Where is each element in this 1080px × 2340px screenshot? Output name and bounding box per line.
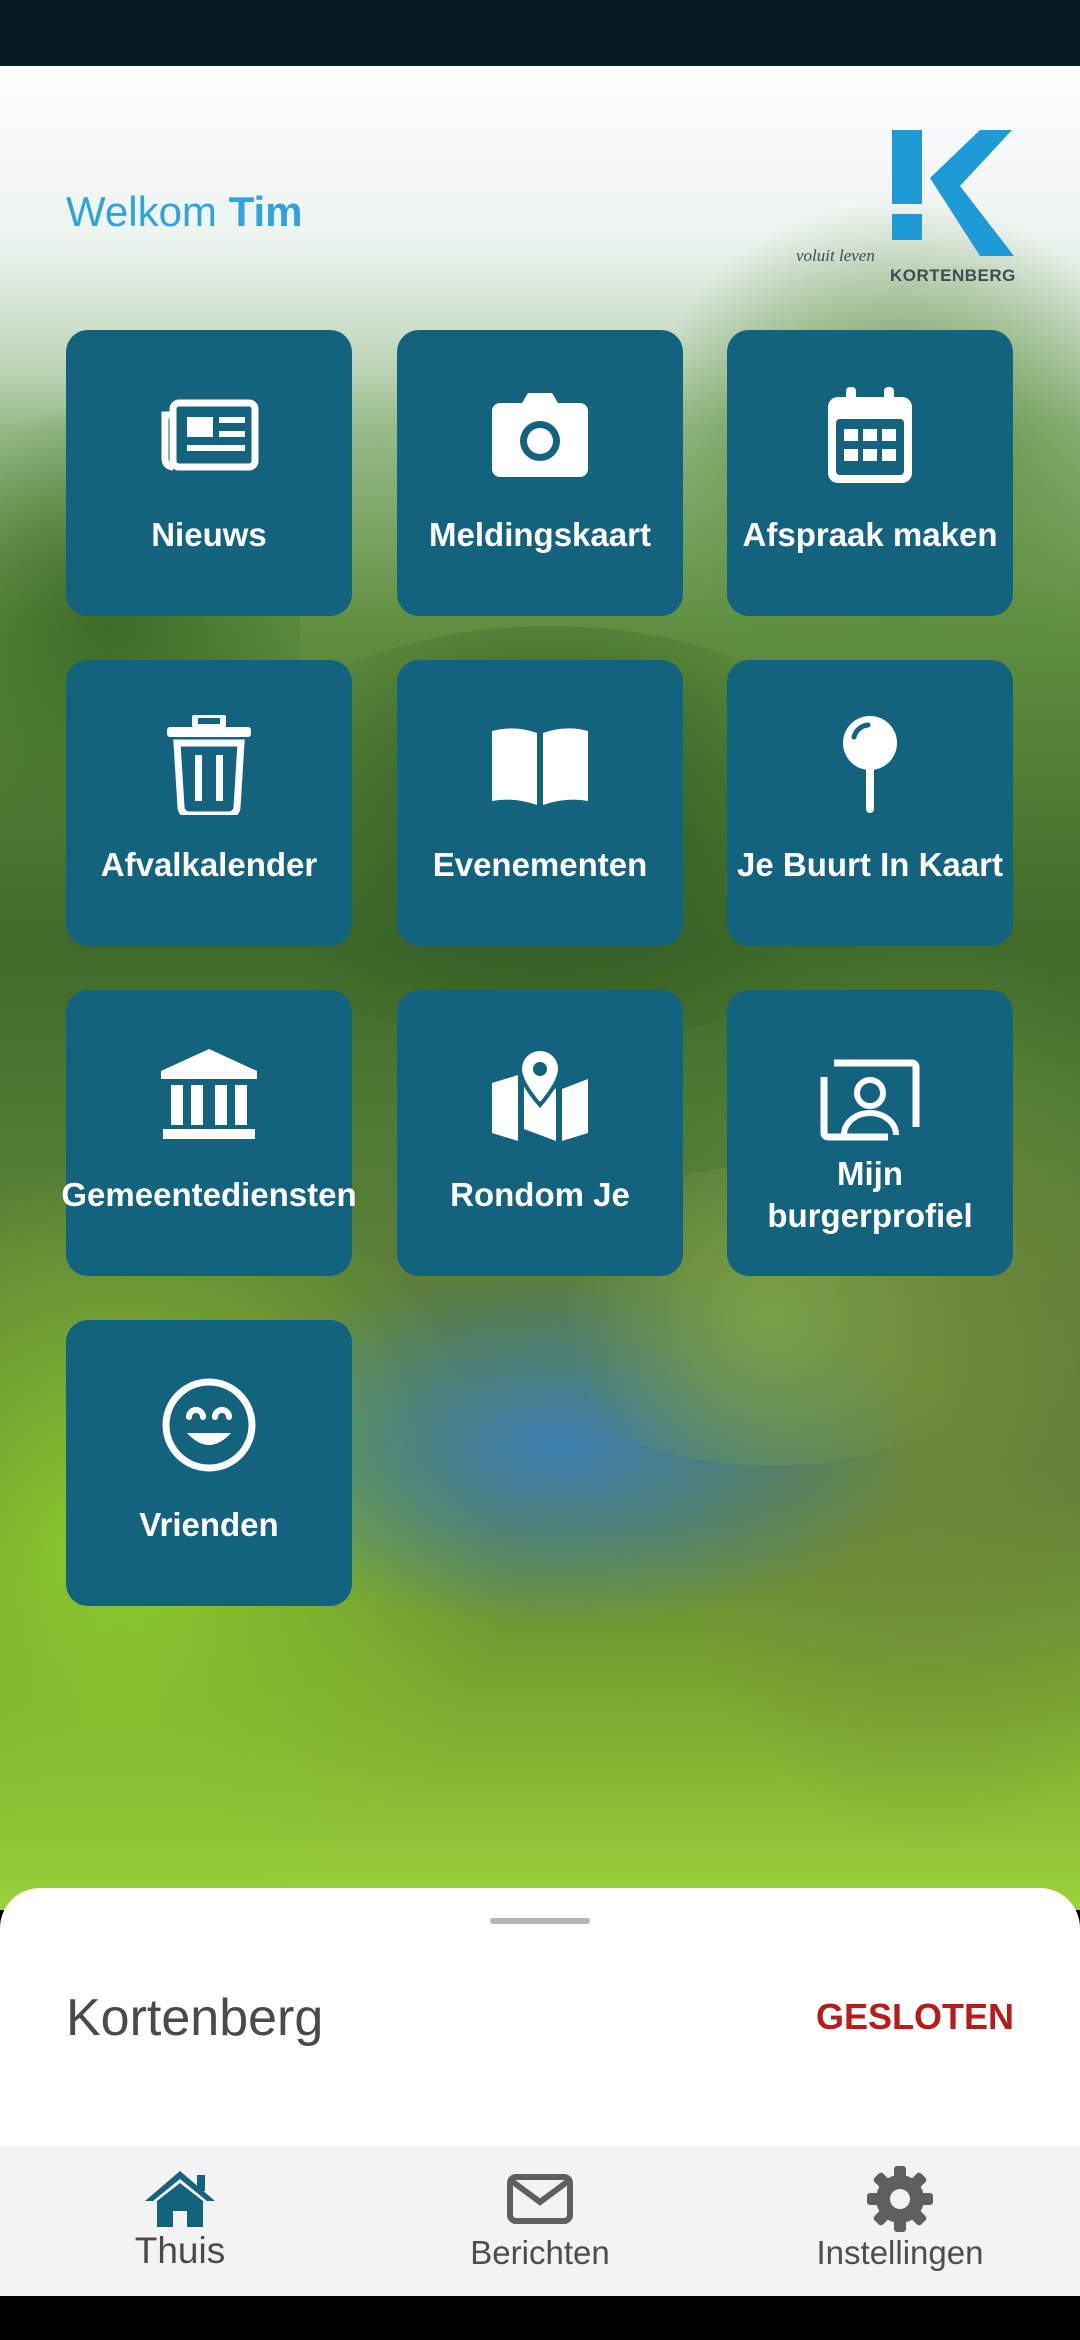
user-name: Tim (228, 188, 303, 235)
sheet-drag-handle[interactable] (490, 1918, 590, 1924)
nav-label: Berichten (470, 2234, 610, 2271)
calendar-icon (727, 380, 1013, 490)
tile-nieuws[interactable]: Nieuws (66, 330, 352, 616)
tile-vrienden[interactable]: Vrienden (66, 1320, 352, 1606)
system-gesture-bar (0, 2296, 1080, 2340)
status-bar (0, 0, 1080, 66)
bottom-navigation: Thuis Berichten Instellingen (0, 2146, 1080, 2296)
camera-icon (397, 380, 683, 490)
tile-gemeentediensten[interactable]: Gemeentediensten (61, 990, 357, 1276)
logo-tagline: voluit leven (796, 246, 875, 265)
building-icon (66, 1040, 352, 1150)
smiley-icon (66, 1370, 352, 1480)
tile-afvalkalender[interactable]: Afvalkalender (66, 660, 352, 946)
nav-item-berichten[interactable]: Berichten (360, 2146, 720, 2296)
tile-label: Afspraak maken (742, 516, 998, 553)
nav-label: Thuis (134, 2230, 226, 2271)
trash-icon (66, 710, 352, 820)
bottom-sheet[interactable]: Kortenberg GESLOTEN (0, 1888, 1080, 2146)
welcome-label: Welkom (66, 188, 217, 235)
book-icon (397, 710, 683, 820)
tile-je-buurt-in-kaart[interactable]: Je Buurt In Kaart (727, 660, 1013, 946)
welcome-text: Welkom Tim (66, 188, 303, 236)
tile-label: Rondom Je (450, 1176, 630, 1213)
home-icon (0, 2164, 360, 2234)
tile-label: Meldingskaart (429, 516, 651, 553)
tile-mijn-burgerprofiel[interactable]: Mijn burgerprofiel (727, 990, 1013, 1276)
map-marker-icon (397, 1040, 683, 1150)
tile-evenementen[interactable]: Evenementen (397, 660, 683, 946)
nav-item-instellingen[interactable]: Instellingen (720, 2146, 1080, 2296)
mail-icon (360, 2164, 720, 2234)
nav-item-thuis[interactable]: Thuis (0, 2146, 360, 2296)
logo-name: KORTENBERG (890, 266, 1016, 285)
tile-label: Vrienden (139, 1506, 279, 1543)
map-pin-icon (727, 710, 1013, 820)
tile-label: Nieuws (151, 516, 267, 553)
profile-card-icon (727, 1040, 1013, 1150)
gear-icon (720, 2164, 1080, 2234)
tile-meldingskaart[interactable]: Meldingskaart (397, 330, 683, 616)
tile-label: Mijn burgerprofiel (767, 1155, 973, 1234)
tile-rondom-je[interactable]: Rondom Je (397, 990, 683, 1276)
newspaper-icon (66, 380, 352, 490)
tile-label: Afvalkalender (100, 846, 318, 883)
tile-afspraak-maken[interactable]: Afspraak maken (727, 330, 1013, 616)
nav-label: Instellingen (816, 2234, 984, 2271)
status-badge: GESLOTEN (815, 1996, 1014, 2037)
kortenberg-logo: voluit leven KORTENBERG (790, 128, 1020, 288)
tile-label: Gemeentediensten (61, 1176, 357, 1213)
sheet-title: Kortenberg (66, 1989, 324, 2047)
tile-label: Je Buurt In Kaart (737, 846, 1003, 883)
tile-label: Evenementen (432, 846, 648, 883)
